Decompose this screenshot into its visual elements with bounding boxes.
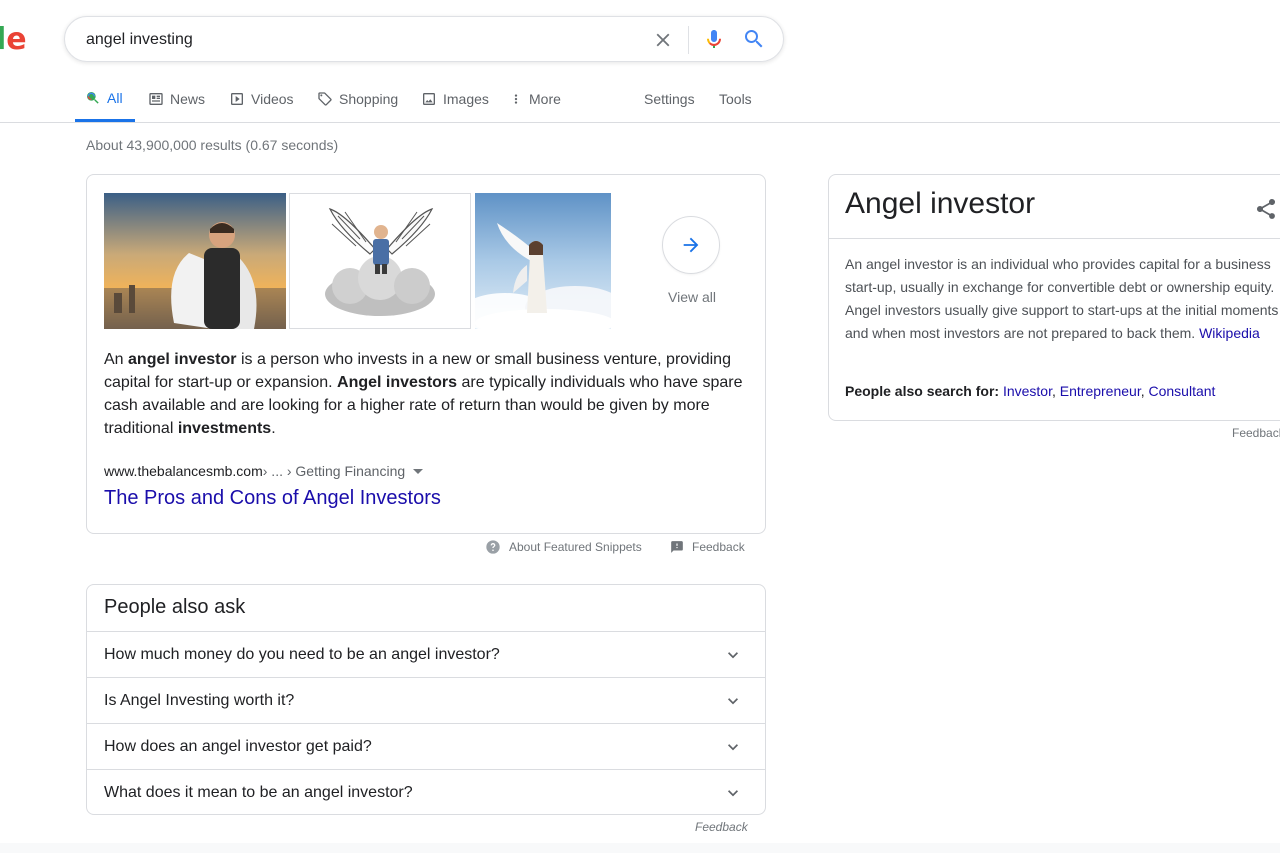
snippet-image-3[interactable] (475, 193, 611, 329)
news-icon (149, 93, 163, 105)
snippet-text: An angel investor is a person who invest… (104, 351, 743, 437)
kp-feedback-link[interactable]: Feedback (1232, 426, 1280, 440)
image-icon (423, 93, 435, 105)
tabs-divider (0, 122, 1280, 123)
more-vert-icon (514, 94, 518, 104)
tag-icon (318, 92, 332, 106)
cite-domain: www.thebalancesmb.com (104, 463, 263, 479)
kp-divider (829, 238, 1280, 239)
microphone-icon[interactable] (702, 27, 726, 51)
page-bottom-edge (0, 843, 1280, 853)
search-tabs: All News Videos Shopping Images More Set… (0, 76, 1280, 122)
google-logo[interactable]: le (0, 22, 27, 57)
search-divider (688, 26, 689, 54)
tab-more[interactable]: More (509, 76, 561, 122)
chevron-down-icon (728, 697, 738, 704)
tab-videos[interactable]: Videos (229, 76, 294, 122)
chevron-down-icon (728, 743, 738, 750)
wikipedia-link[interactable]: Wikipedia (1199, 325, 1260, 341)
cite-menu-caret-icon[interactable] (413, 468, 424, 474)
search-multicolor-icon (87, 91, 99, 104)
settings-link[interactable]: Settings (644, 76, 695, 122)
search-box (64, 16, 784, 62)
paa-question[interactable]: How much money do you need to be an ange… (87, 631, 765, 677)
tools-link[interactable]: Tools (719, 76, 752, 122)
tab-shopping[interactable]: Shopping (317, 76, 398, 122)
snippet-feedback-link[interactable]: Feedback (670, 538, 745, 556)
featured-snippet: View all An angel investor is a person w… (86, 174, 766, 534)
knowledge-panel: Angel investor An angel investor is an i… (828, 174, 1280, 421)
result-stats: About 43,900,000 results (0.67 seconds) (86, 137, 339, 153)
view-all-button[interactable] (662, 216, 720, 274)
chevron-down-icon (728, 789, 738, 796)
result-cite: www.thebalancesmb.com › ... › Getting Fi… (104, 463, 424, 479)
share-icon[interactable] (1254, 197, 1278, 221)
kp-title: Angel investor (845, 187, 1036, 220)
tab-all[interactable]: All (75, 76, 135, 122)
paa-question[interactable]: Is Angel Investing worth it? (87, 677, 765, 723)
arrow-forward-icon (683, 237, 699, 253)
tab-images[interactable]: Images (421, 76, 489, 122)
feedback-icon (671, 541, 683, 553)
search-icon[interactable] (742, 27, 766, 51)
cite-path: › ... › Getting Financing (262, 463, 406, 479)
related-entity-link[interactable]: Entrepreneur (1060, 383, 1141, 399)
paa-question[interactable]: How does an angel investor get paid? (87, 723, 765, 769)
chevron-down-icon (728, 651, 738, 658)
related-entity-link[interactable]: Consultant (1149, 383, 1216, 399)
paa-title: People also ask (104, 596, 246, 618)
view-all-label[interactable]: View all (647, 289, 737, 305)
play-icon (231, 93, 243, 105)
paa-question[interactable]: What does it mean to be an angel investo… (87, 769, 765, 814)
tab-news[interactable]: News (148, 76, 205, 122)
people-also-search-for: People also search for: Investor, Entrep… (845, 383, 1216, 399)
people-also-ask: People also ask How much money do you ne… (86, 584, 766, 815)
search-input[interactable] (86, 28, 626, 52)
paa-feedback-link[interactable]: Feedback (695, 820, 748, 834)
snippet-image-1[interactable] (104, 193, 286, 329)
related-entity-link[interactable]: Investor (1003, 383, 1052, 399)
help-icon (486, 540, 500, 554)
result-title-link[interactable]: The Pros and Cons of Angel Investors (104, 487, 441, 510)
clear-icon[interactable] (652, 29, 674, 51)
about-featured-snippets-link[interactable]: About Featured Snippets (485, 538, 642, 556)
kp-description: An angel investor is an individual who p… (845, 256, 1279, 341)
snippet-image-2[interactable] (289, 193, 471, 329)
